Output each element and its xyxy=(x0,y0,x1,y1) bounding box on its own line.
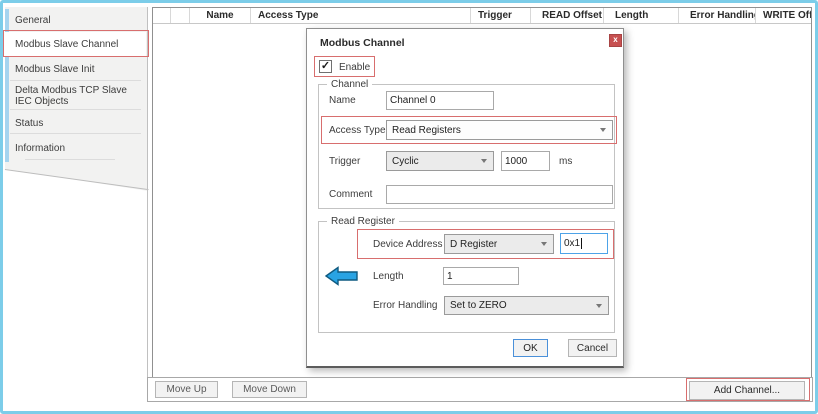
sidebar-item-label: Information xyxy=(15,142,66,154)
sidebar-item-label: Modbus Slave Init xyxy=(15,63,95,75)
sidebar-separator xyxy=(25,159,115,160)
access-type-label: Access Type xyxy=(329,125,386,136)
sidebar-item-status[interactable]: Status xyxy=(9,111,143,135)
column-header-read-offset: READ Offset xyxy=(531,8,604,23)
sidebar-separator xyxy=(10,133,141,134)
sidebar-separator xyxy=(10,109,141,110)
text-cursor xyxy=(581,237,583,249)
sidebar-item-delta-modbus-tcp-slave-iec-objects[interactable]: Delta Modbus TCP Slave IEC Objects xyxy=(9,81,143,111)
device-type-dropdown[interactable]: D Register xyxy=(444,234,554,254)
move-down-button[interactable]: Move Down xyxy=(232,381,307,398)
access-type-value: Read Registers xyxy=(392,124,461,136)
column-header xyxy=(171,8,190,23)
column-header-write-offset: WRITE Offset xyxy=(763,10,811,21)
sidebar-item-general[interactable]: General xyxy=(9,8,143,32)
comment-input[interactable] xyxy=(386,185,613,204)
device-address-label: Device Address xyxy=(373,239,443,250)
modbus-channel-dialog: Modbus Channel x ✓ Enable Channel Name A… xyxy=(306,28,624,368)
chevron-down-icon xyxy=(600,128,606,132)
error-handling-dropdown[interactable]: Set to ZERO xyxy=(444,296,609,315)
sidebar-item-modbus-slave-init[interactable]: Modbus Slave Init xyxy=(9,57,143,81)
cancel-button[interactable]: Cancel xyxy=(568,339,617,357)
device-address-input[interactable]: 0x1 xyxy=(560,233,608,254)
column-header xyxy=(153,8,171,23)
error-handling-label: Error Handling xyxy=(373,300,438,311)
length-input[interactable] xyxy=(443,267,519,285)
table-header-row: Name Access Type Trigger READ Offset Len… xyxy=(153,8,811,24)
device-address-value: 0x1 xyxy=(564,238,581,249)
column-header-length: Length xyxy=(604,8,679,23)
table-footer-bar: Move Up Move Down Add Channel... xyxy=(147,377,813,402)
sidebar-separator xyxy=(10,80,141,81)
device-type-value: D Register xyxy=(450,238,498,250)
trigger-label: Trigger xyxy=(329,156,361,167)
add-channel-button[interactable]: Add Channel... xyxy=(689,381,805,400)
ok-button[interactable]: OK xyxy=(513,339,548,357)
chevron-down-icon xyxy=(596,303,602,308)
sidebar-item-label: Delta Modbus TCP Slave IEC Objects xyxy=(15,85,127,107)
sidebar-right-border xyxy=(147,7,148,377)
read-register-groupbox-title: Read Register xyxy=(327,216,399,227)
enable-label: Enable xyxy=(339,62,371,73)
blue-arrow-icon xyxy=(325,266,358,286)
length-label: Length xyxy=(373,271,404,282)
trigger-value: Cyclic xyxy=(392,155,419,167)
trigger-unit-label: ms xyxy=(559,156,573,167)
column-header-access-type: Access Type xyxy=(251,8,471,23)
trigger-dropdown[interactable]: Cyclic xyxy=(386,151,494,171)
name-label: Name xyxy=(329,95,356,106)
comment-label: Comment xyxy=(329,189,373,200)
dialog-title: Modbus Channel xyxy=(320,37,405,49)
column-header-name: Name xyxy=(190,8,251,23)
column-header-error-handling: Error Handling xyxy=(679,8,756,23)
trigger-interval-input[interactable] xyxy=(501,151,550,171)
sidebar-item-modbus-slave-channel[interactable]: Modbus Slave Channel xyxy=(5,32,146,56)
error-handling-value: Set to ZERO xyxy=(450,300,507,311)
checkmark-icon: ✓ xyxy=(320,60,331,72)
device-editor-window: General Modbus Slave Channel Modbus Slav… xyxy=(0,0,818,414)
sidebar-item-label: Status xyxy=(15,117,44,129)
move-up-button[interactable]: Move Up xyxy=(155,381,218,398)
sidebar-item-information[interactable]: Information xyxy=(9,135,143,161)
close-icon[interactable]: x xyxy=(609,34,622,47)
column-header-trigger: Trigger xyxy=(471,8,531,23)
name-input[interactable] xyxy=(386,91,494,110)
access-type-dropdown[interactable]: Read Registers xyxy=(386,120,613,140)
chevron-down-icon xyxy=(481,159,487,163)
sidebar-item-label: Modbus Slave Channel xyxy=(15,38,119,50)
enable-checkbox[interactable]: ✓ xyxy=(319,60,332,73)
sidebar-item-label: General xyxy=(15,14,51,26)
channel-groupbox-title: Channel xyxy=(327,79,373,90)
chevron-down-icon xyxy=(541,242,547,246)
